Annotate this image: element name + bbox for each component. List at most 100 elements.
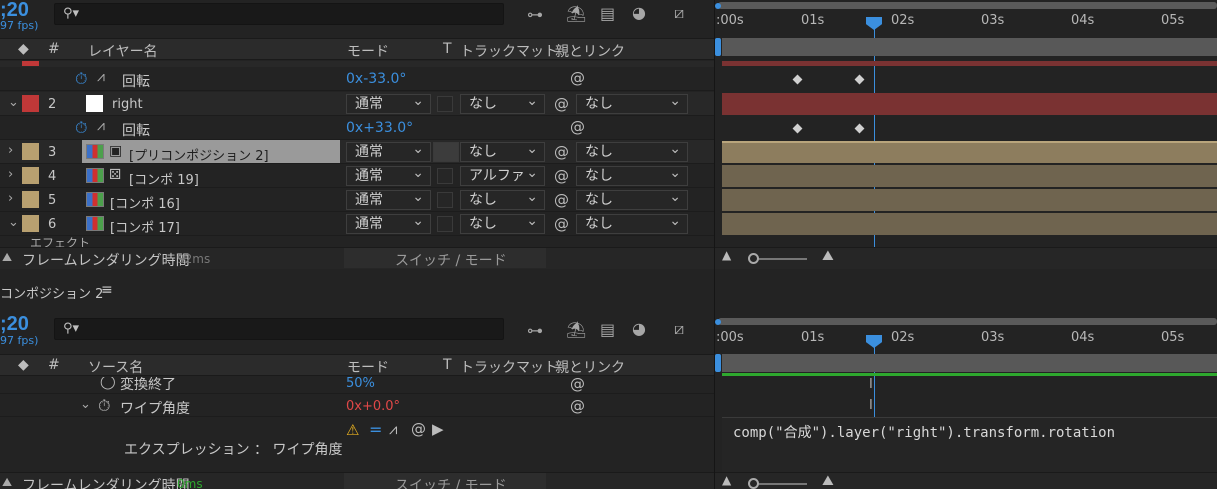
- preserve-transparency-checkbox[interactable]: [437, 96, 453, 112]
- work-area-bar[interactable]: [718, 2, 1217, 9]
- blend-mode-dropdown[interactable]: 通常: [346, 188, 431, 210]
- layer-duration-bar[interactable]: [722, 165, 1217, 187]
- graph-icon[interactable]: ⩘: [97, 118, 105, 134]
- pickwhip-icon[interactable]: @: [411, 420, 426, 438]
- flowchart-icon[interactable]: ⊶: [527, 5, 543, 24]
- expand-chevron-icon[interactable]: ⌄: [8, 215, 19, 230]
- graph-editor-icon[interactable]: ⧄: [674, 3, 684, 23]
- layer-label-swatch[interactable]: [22, 95, 39, 112]
- expression-editor[interactable]: comp("合成").layer("right").transform.rota…: [722, 418, 1217, 472]
- layer-search-input[interactable]: ⚲▾: [54, 318, 504, 340]
- zoom-slider-thumb[interactable]: [748, 253, 759, 264]
- zoom-out-icon[interactable]: ▲: [722, 248, 731, 262]
- hamburger-icon[interactable]: ≡: [101, 282, 113, 298]
- zoom-in-icon[interactable]: ⛰: [822, 248, 834, 264]
- timeline-nav-bar[interactable]: [722, 354, 1217, 372]
- panel-divider[interactable]: [714, 0, 715, 489]
- layer-row[interactable]: ⌄ 2 right 通常 なし @ なし: [0, 92, 715, 116]
- pickwhip-icon[interactable]: @: [554, 95, 569, 113]
- graph-editor-icon[interactable]: ⧄: [674, 319, 684, 339]
- pickwhip-icon[interactable]: @: [554, 167, 569, 185]
- expand-chevron-icon[interactable]: ⌄: [8, 95, 19, 110]
- graph-icon[interactable]: ⩘: [97, 69, 105, 85]
- expression-text[interactable]: comp("合成").layer("right").transform.rota…: [733, 422, 1115, 442]
- trackmatte-dropdown[interactable]: なし: [460, 188, 545, 210]
- zoom-slider[interactable]: [752, 483, 807, 485]
- layer-duration-bar[interactable]: [722, 141, 1217, 163]
- parent-dropdown[interactable]: なし: [576, 92, 688, 114]
- layer-name[interactable]: [プリコンポジション 2]: [129, 145, 269, 164]
- layer-name[interactable]: right: [112, 97, 143, 112]
- enable-expression-icon[interactable]: =: [369, 420, 382, 439]
- blend-mode-dropdown[interactable]: 通常: [346, 140, 431, 162]
- work-area-start-handle[interactable]: [715, 319, 721, 325]
- col-layer-name[interactable]: レイヤー名: [88, 41, 158, 61]
- preserve-transparency-checkbox[interactable]: [437, 192, 453, 208]
- blend-mode-dropdown[interactable]: 通常: [346, 164, 431, 186]
- pickwhip-icon[interactable]: @: [570, 69, 585, 87]
- trackmatte-dropdown[interactable]: なし: [460, 140, 545, 162]
- pickwhip-icon[interactable]: @: [570, 377, 585, 393]
- expression-menu-icon[interactable]: ▶: [432, 420, 444, 438]
- current-time-display[interactable]: ;20: [0, 314, 29, 334]
- layer-label-swatch[interactable]: [22, 191, 39, 208]
- property-row[interactable]: ⌄ ⏱ ワイプ角度 0x+0.0° @: [0, 395, 715, 417]
- layer-duration-bar[interactable]: [722, 213, 1217, 235]
- warning-icon[interactable]: ⚠: [346, 421, 359, 439]
- motion-blur-icon[interactable]: ◕: [632, 3, 646, 22]
- parent-dropdown[interactable]: なし: [576, 212, 688, 234]
- graph-icon[interactable]: ⩘: [389, 420, 397, 438]
- pickwhip-icon[interactable]: @: [554, 191, 569, 209]
- stopwatch-icon[interactable]: ⏱: [75, 118, 87, 138]
- frame-blending-icon[interactable]: ▤: [600, 320, 615, 339]
- parent-dropdown[interactable]: なし: [576, 140, 688, 162]
- pickwhip-icon[interactable]: @: [554, 143, 569, 161]
- expand-chevron-icon[interactable]: ›: [8, 191, 13, 206]
- stopwatch-icon[interactable]: ◯: [100, 377, 116, 390]
- layer-name[interactable]: [コンポ 16]: [110, 193, 180, 212]
- expression-row[interactable]: ⚠ = ⩘ @ ▶ エクスプレッション ： ワイプ角度: [0, 418, 715, 470]
- motion-blur-icon[interactable]: ◕: [632, 319, 646, 338]
- layer-label-swatch[interactable]: [22, 215, 39, 232]
- keyframe[interactable]: [792, 74, 803, 85]
- property-value[interactable]: 50%: [346, 377, 375, 391]
- zoom-slider[interactable]: [752, 258, 807, 260]
- comp-tab-title[interactable]: コンポジション 2: [0, 283, 103, 302]
- layer-duration-bar[interactable]: [722, 373, 1217, 376]
- preserve-transparency-checkbox[interactable]: [433, 142, 459, 162]
- layer-row[interactable]: › 3 ▣ [プリコンポジション 2] 通常 なし @ なし: [0, 140, 715, 164]
- preserve-transparency-checkbox[interactable]: [437, 168, 453, 184]
- layer-label-swatch[interactable]: [22, 143, 39, 160]
- layer-duration-bar[interactable]: [722, 189, 1217, 211]
- switch-mode-label[interactable]: スイッチ / モード: [395, 475, 507, 489]
- flowchart-icon[interactable]: ⊶: [527, 321, 543, 340]
- scroll-handle[interactable]: [715, 354, 721, 372]
- shy-layers-icon[interactable]: ⛱: [566, 320, 586, 339]
- blend-mode-dropdown[interactable]: 通常: [346, 212, 431, 234]
- shy-layers-icon[interactable]: ⛱: [566, 4, 586, 23]
- trackmatte-dropdown[interactable]: アルファ: [460, 164, 545, 186]
- parent-dropdown[interactable]: なし: [576, 188, 688, 210]
- switch-mode-label[interactable]: スイッチ / モード: [395, 250, 507, 270]
- bottom-time-ruler[interactable]: :00s 01s 02s 03s 04s 05s: [715, 314, 1217, 354]
- property-row[interactable]: ⏱ ⩘ 回転 0x-33.0° @: [0, 67, 715, 91]
- expand-chevron-icon[interactable]: ›: [8, 167, 13, 182]
- keyframe[interactable]: [854, 123, 865, 134]
- layer-label-swatch[interactable]: [22, 167, 39, 184]
- layer-row[interactable]: ⌄ 6 [コンポ 17] 通常 なし @ なし: [0, 212, 715, 236]
- frame-blending-icon[interactable]: ▤: [600, 4, 615, 23]
- trackmatte-dropdown[interactable]: なし: [460, 92, 545, 114]
- keyframe[interactable]: [854, 74, 865, 85]
- layer-search-input[interactable]: ⚲▾: [54, 3, 504, 25]
- blend-mode-dropdown[interactable]: 通常: [346, 92, 431, 114]
- layer-duration-bar[interactable]: [722, 61, 1217, 66]
- timeline-nav-bar[interactable]: [722, 38, 1217, 56]
- layer-row[interactable]: › 5 [コンポ 16] 通常 なし @ なし: [0, 188, 715, 212]
- property-value[interactable]: 0x+33.0°: [346, 120, 413, 136]
- zoom-in-icon[interactable]: ⛰: [822, 473, 834, 489]
- layer-row[interactable]: › 4 ⚄ [コンポ 19] 通常 アルファ @ なし: [0, 164, 715, 188]
- top-time-ruler[interactable]: :00s 01s 02s 03s 04s 05s: [715, 0, 1217, 38]
- property-row[interactable]: ◯ 変換終了 50% @: [0, 377, 715, 394]
- parent-dropdown[interactable]: なし: [576, 164, 688, 186]
- keyframe[interactable]: [792, 123, 803, 134]
